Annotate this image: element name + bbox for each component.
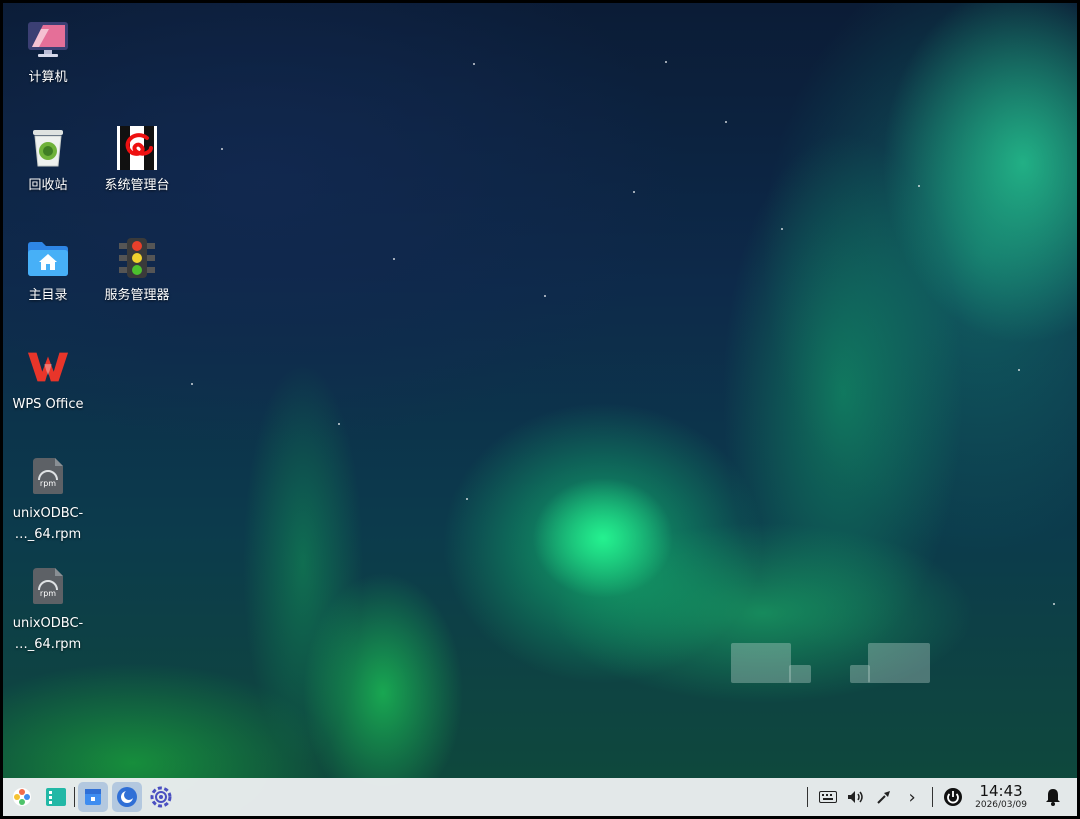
start-menu-button[interactable] [7, 782, 37, 812]
taskbar-file-manager-button[interactable] [78, 782, 108, 812]
star [665, 61, 667, 63]
star [466, 498, 468, 500]
star [633, 191, 635, 193]
desktop-icon-service-manager[interactable]: 服务管理器 [92, 235, 182, 306]
taskbar-separator [807, 787, 809, 807]
desktop-icon-label: 服务管理器 [104, 288, 170, 303]
start-menu-icon [13, 788, 31, 806]
trash-icon [27, 125, 69, 171]
network-icon[interactable] [870, 783, 898, 811]
taskbar-desktop-button[interactable] [41, 782, 71, 812]
desktop-icon-rpm-file[interactable]: rpm unixODBC- …_64.rpm [3, 563, 93, 655]
desktop-icon-wps-office[interactable]: WPS Office [3, 344, 93, 415]
tray-expand-chevron[interactable]: › [898, 783, 926, 811]
computer-icon [27, 17, 69, 63]
star [544, 295, 546, 297]
star [781, 228, 783, 230]
taskbar-settings-button[interactable] [146, 782, 176, 812]
keyboard-icon[interactable] [814, 783, 842, 811]
star [338, 423, 340, 425]
taskbar-separator [74, 787, 75, 807]
system-tray: › 14:43 2026/03/09 [801, 778, 1077, 816]
taskbar-browser-button[interactable] [112, 782, 142, 812]
desktop-icon-computer[interactable]: 计算机 [3, 17, 93, 88]
file-manager-icon [85, 789, 101, 805]
desktop-icon-label: 主目录 [28, 288, 68, 303]
svg-text:rpm: rpm [40, 479, 56, 488]
settings-gear-icon [150, 786, 172, 808]
desktop-icon-label: unixODBC- …_64.rpm [12, 506, 84, 542]
wps-office-icon [27, 344, 69, 390]
desktop-icon-label: 计算机 [28, 70, 68, 85]
star [393, 258, 395, 260]
rpm-package-icon: rpm [27, 563, 69, 609]
home-folder-icon [27, 235, 69, 281]
desktop-widget [850, 665, 870, 683]
clock-date: 2026/03/09 [975, 800, 1027, 810]
desktop-icon-rpm-file[interactable]: rpm unixODBC- …_64.rpm [3, 453, 93, 545]
desktop-widget [731, 643, 791, 683]
star [221, 148, 223, 150]
system-console-icon [116, 125, 158, 171]
desktop-icon-label: 系统管理台 [104, 178, 170, 193]
clock-time: 14:43 [979, 782, 1023, 800]
notification-bell-icon[interactable] [1039, 783, 1067, 811]
desktop-icon-label: 回收站 [28, 178, 68, 193]
show-desktop-icon [46, 788, 66, 806]
star [191, 383, 193, 385]
star [1018, 369, 1020, 371]
taskbar-separator [932, 787, 934, 807]
star [1053, 603, 1055, 605]
desktop-widget [868, 643, 930, 683]
desktop-icon-label: unixODBC- …_64.rpm [12, 616, 84, 652]
star [473, 63, 475, 65]
clock[interactable]: 14:43 2026/03/09 [975, 783, 1027, 811]
svg-text:rpm: rpm [40, 589, 56, 598]
desktop[interactable]: 计算机 回收站 系统管理台 主目录 服务管理器 WPS Office rpm u… [3, 3, 1077, 816]
browser-icon [117, 787, 137, 807]
desktop-icon-system-console[interactable]: 系统管理台 [92, 125, 182, 196]
power-icon[interactable] [939, 783, 967, 811]
desktop-widget [789, 665, 811, 683]
taskbar: › 14:43 2026/03/09 [3, 778, 1077, 816]
star [918, 185, 920, 187]
volume-icon[interactable] [842, 783, 870, 811]
desktop-icon-label: WPS Office [12, 397, 84, 412]
desktop-icon-trash[interactable]: 回收站 [3, 125, 93, 196]
traffic-light-icon [116, 235, 158, 281]
desktop-icon-home[interactable]: 主目录 [3, 235, 93, 306]
rpm-package-icon: rpm [27, 453, 69, 499]
star [725, 121, 727, 123]
